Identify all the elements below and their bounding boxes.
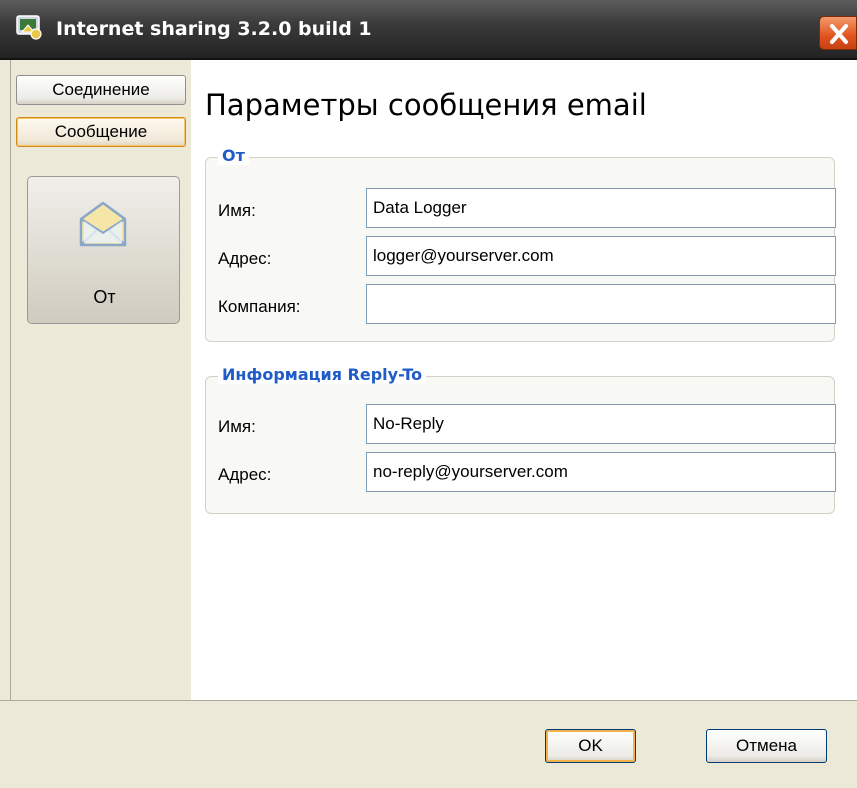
- title-bar[interactable]: Internet sharing 3.2.0 build 1: [0, 0, 857, 60]
- sidebar: Соединение Сообщение От: [10, 60, 192, 700]
- reply-to-group: Информация Reply-To Имя: Адрес:: [205, 365, 836, 514]
- reply-address-label: Адрес:: [218, 465, 272, 484]
- window-title: Internet sharing 3.2.0 build 1: [56, 18, 372, 40]
- from-group: От Имя: Адрес: Компания:: [205, 146, 836, 342]
- sidebar-item-label: От: [93, 287, 116, 307]
- reply-to-group-label: Информация Reply-To: [218, 365, 427, 384]
- close-button[interactable]: [819, 16, 857, 50]
- reply-name-label: Имя:: [218, 417, 256, 436]
- dialog-window: Internet sharing 3.2.0 build 1 Соединени…: [0, 0, 857, 788]
- reply-name-input[interactable]: [366, 404, 836, 444]
- close-icon: [830, 24, 848, 44]
- ok-button[interactable]: OK: [545, 729, 636, 763]
- cancel-button[interactable]: Отмена: [706, 729, 827, 763]
- from-name-label: Имя:: [218, 201, 256, 220]
- main-panel: Параметры сообщения email От Имя: Адрес:…: [191, 60, 857, 700]
- from-group-label: От: [218, 146, 249, 165]
- page-title: Параметры сообщения email: [205, 88, 647, 122]
- from-company-input[interactable]: [366, 284, 836, 324]
- from-address-label: Адрес:: [218, 249, 272, 268]
- from-name-input[interactable]: [366, 188, 836, 228]
- button-bar: OK Отмена: [0, 700, 857, 788]
- from-company-label: Компания:: [218, 297, 301, 316]
- sidebar-item-from[interactable]: От: [27, 176, 180, 324]
- envelope-icon: [79, 201, 127, 247]
- from-address-input[interactable]: [366, 236, 836, 276]
- app-icon: [16, 15, 42, 40]
- nav-button-message[interactable]: Сообщение: [16, 117, 186, 147]
- nav-button-connection[interactable]: Соединение: [16, 75, 186, 105]
- reply-address-input[interactable]: [366, 452, 836, 492]
